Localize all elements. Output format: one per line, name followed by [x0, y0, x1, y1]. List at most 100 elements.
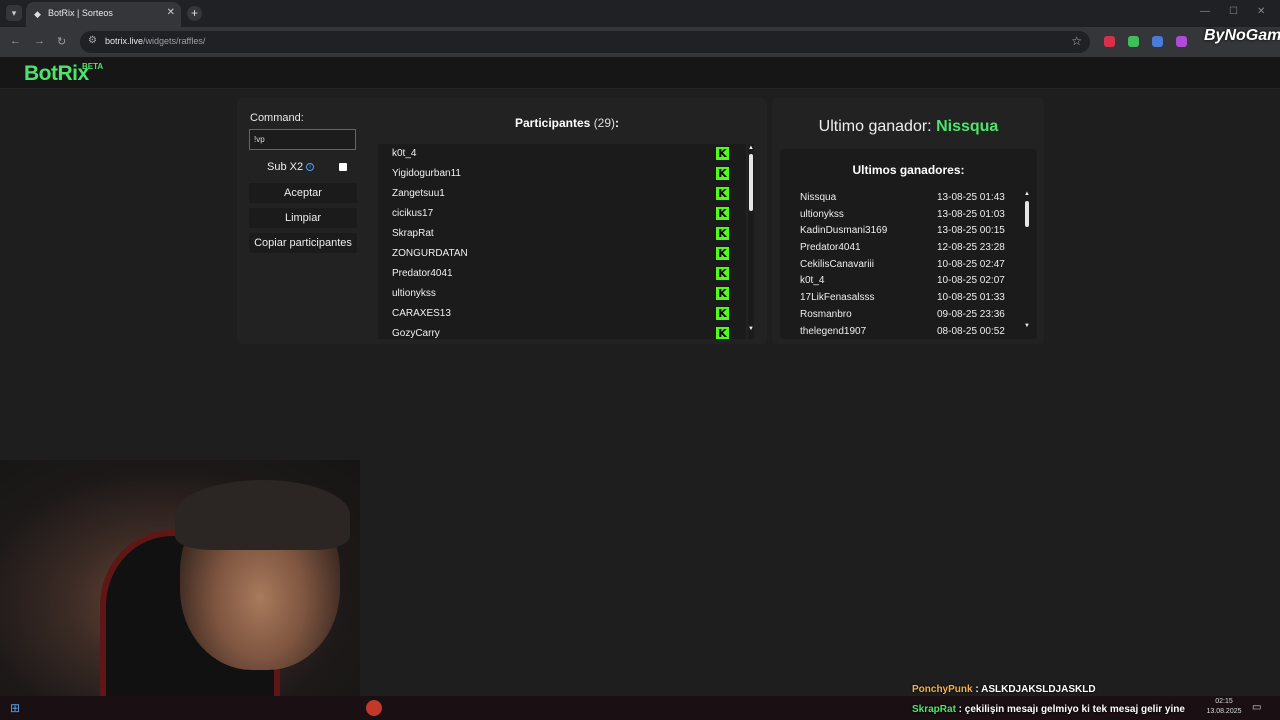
- kick-icon: K: [716, 167, 729, 180]
- chat-user: PonchyPunk: [912, 684, 973, 695]
- botrix-logo[interactable]: BotRix: [24, 62, 89, 86]
- address-bar[interactable]: ⚙ botrix.live/widgets/raffles/ ☆: [80, 31, 1090, 53]
- winner-name: Nissqua: [800, 192, 837, 203]
- participant-name: cicikus17: [392, 208, 434, 219]
- participant-name: Predator4041: [392, 268, 453, 279]
- scroll-up-icon[interactable]: ▲: [1024, 191, 1030, 197]
- url-text: botrix.live/widgets/raffles/: [105, 36, 206, 46]
- maximize-icon[interactable]: ☐: [1229, 6, 1238, 17]
- kick-icon: K: [716, 247, 729, 260]
- app-taskbar-icon[interactable]: [366, 700, 382, 716]
- kick-icon: K: [716, 187, 729, 200]
- browser-tab[interactable]: ◆ BotRix | Sorteos ✕: [26, 2, 181, 27]
- winner-date: 10-08-25 01:33: [937, 292, 1005, 304]
- winner-date: 13-08-25 01:03: [937, 208, 1005, 220]
- scroll-thumb[interactable]: [749, 154, 753, 211]
- kick-icon: K: [716, 327, 729, 339]
- copy-participants-button[interactable]: Copiar participantes: [249, 233, 357, 253]
- participants-count: (29): [593, 116, 616, 130]
- browser-tab-bar: ▾ ◆ BotRix | Sorteos ✕ + — ☐ ✕: [0, 0, 1280, 27]
- participant-row: Predator4041 K: [378, 264, 746, 284]
- winner-row: Predator4041 12-08-25 23:28: [800, 242, 1025, 259]
- system-clock[interactable]: 02:15 13.08.2025: [1200, 697, 1248, 717]
- shield-extension-icon[interactable]: [1128, 36, 1139, 47]
- headset: [175, 480, 350, 550]
- chat-message: SkrapRat : çekilişin mesajı gelmiyo ki t…: [912, 704, 1185, 715]
- participants-list[interactable]: k0t_4 K Yigidogurban11 K Zangetsuu1 K cicik…: [378, 144, 746, 339]
- winners-list[interactable]: Nissqua 13-08-25 01:43 ultionykss 13-08-25…: [800, 192, 1025, 338]
- winner-name: Rosmanbro: [800, 308, 852, 320]
- browser-toolbar: ← → ↻ ⚙ botrix.live/widgets/raffles/ ☆: [0, 27, 1280, 57]
- participant-row: SkrapRat K: [378, 224, 746, 244]
- adblock-extension-icon[interactable]: [1104, 36, 1115, 47]
- participant-row: Yigidogurban11 K: [378, 164, 746, 184]
- last-winner-name: Nissqua: [936, 118, 999, 135]
- minimize-icon[interactable]: —: [1200, 6, 1210, 17]
- scroll-down-icon[interactable]: ▼: [748, 326, 754, 332]
- botrix-favicon-icon: ◆: [34, 9, 41, 19]
- sub-x2-checkbox[interactable]: [339, 163, 347, 171]
- participant-row: cicikus17 K: [378, 204, 746, 224]
- participants-scrollbar[interactable]: ▲ ▼: [748, 144, 754, 339]
- winner-row: Nissqua 13-08-25 01:43: [800, 192, 1025, 209]
- audio-extension-icon[interactable]: [1152, 36, 1163, 47]
- scroll-up-icon[interactable]: ▲: [748, 145, 754, 151]
- back-icon[interactable]: ←: [10, 35, 21, 47]
- participant-row: k0t_4 K: [378, 144, 746, 164]
- winner-date: 10-08-25 02:47: [937, 258, 1005, 270]
- participant-name: Yigidogurban11: [392, 168, 461, 179]
- winner-name: Predator4041: [800, 242, 861, 254]
- participant-row: GozyCarry K: [378, 324, 746, 339]
- info-icon[interactable]: i: [306, 163, 314, 171]
- clear-button[interactable]: Limpiar: [249, 208, 357, 228]
- bookmark-star-icon[interactable]: ☆: [1071, 34, 1082, 48]
- winner-row: thelegend1907 08-08-25 00:52: [800, 326, 1025, 339]
- winners-scrollbar[interactable]: ▲ ▼: [1024, 190, 1030, 334]
- kick-icon: K: [716, 227, 729, 240]
- winner-name: thelegend1907: [800, 325, 867, 337]
- command-label: Command:: [250, 112, 304, 124]
- winner-name: 17LikFenasalsss: [800, 292, 875, 304]
- close-window-icon[interactable]: ✕: [1257, 6, 1265, 17]
- participant-name: SkrapRat: [392, 228, 434, 239]
- winner-date: 12-08-25 23:28: [937, 242, 1005, 254]
- page-header: BotRix BETA: [0, 57, 1280, 89]
- participant-name: ZONGURDATAN: [392, 248, 468, 259]
- beta-badge: BETA: [82, 62, 104, 71]
- reload-icon[interactable]: ↻: [57, 35, 66, 48]
- winner-date: 13-08-25 01:43: [937, 192, 1005, 203]
- winner-date: 08-08-25 00:52: [937, 325, 1005, 337]
- participant-row: Zangetsuu1 K: [378, 184, 746, 204]
- participant-name: k0t_4: [392, 148, 417, 159]
- command-input[interactable]: [249, 129, 356, 150]
- winner-name: CekilisCanavariii: [800, 258, 874, 270]
- last-winner: Ultimo ganador: Nissqua: [818, 118, 999, 135]
- tab-close-icon[interactable]: ✕: [167, 7, 175, 18]
- notification-icon[interactable]: ▭: [1252, 702, 1261, 713]
- chat-text: : ASLKDJAKSLDJASKLD: [972, 684, 1096, 695]
- winner-date: 13-08-25 00:15: [937, 225, 1005, 237]
- kick-icon: K: [716, 147, 729, 160]
- chat-text: : çekilişin mesajı gelmiyo ki tek mesaj …: [955, 704, 1185, 715]
- sub-x2-label: Sub X2: [267, 161, 304, 173]
- tab-title: BotRix | Sorteos: [48, 8, 113, 18]
- participant-name: CARAXES13: [392, 308, 451, 319]
- scroll-down-icon[interactable]: ▼: [1024, 323, 1030, 329]
- participants-title: Participantes (29):: [514, 116, 620, 130]
- winner-row: Rosmanbro 09-08-25 23:36: [800, 309, 1025, 326]
- forward-icon[interactable]: →: [34, 35, 45, 47]
- purple-extension-icon[interactable]: [1176, 36, 1187, 47]
- participant-name: Zangetsuu1: [392, 188, 445, 199]
- kick-icon: K: [716, 307, 729, 320]
- participant-row: ultionykss K: [378, 284, 746, 304]
- kick-icon: K: [716, 287, 729, 300]
- winner-date: 09-08-25 23:36: [937, 308, 1005, 320]
- windows-start-icon[interactable]: ⊞: [10, 701, 20, 715]
- new-tab-icon[interactable]: +: [187, 6, 202, 21]
- tab-search-icon[interactable]: ▾: [6, 5, 22, 21]
- winner-row: k0t_4 10-08-25 02:07: [800, 275, 1025, 292]
- site-info-icon[interactable]: ⚙: [88, 35, 97, 46]
- scroll-thumb[interactable]: [1025, 201, 1029, 227]
- accept-button[interactable]: Aceptar: [249, 183, 357, 203]
- kick-icon: K: [716, 267, 729, 280]
